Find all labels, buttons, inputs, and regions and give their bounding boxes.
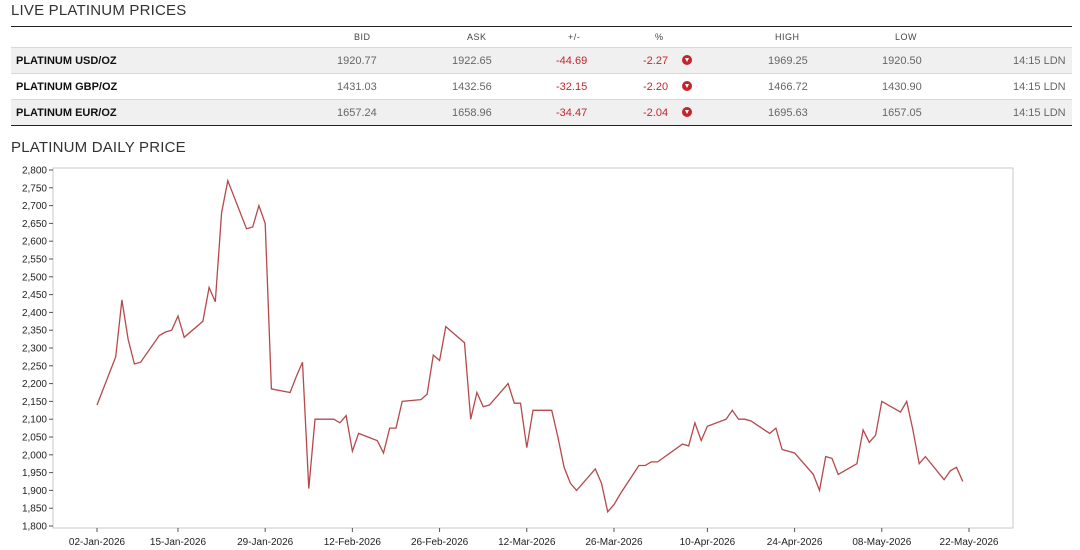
y-axis: 1,800 1,850 1,900 1,950 2,000 2,050 2,100 2,150…	[22, 166, 53, 533]
y-tick-label: 2,550	[22, 255, 47, 266]
table-header-row: BID ASK +/- % HIGH LOW	[11, 26, 1072, 47]
header-pct: %	[655, 32, 664, 42]
x-axis: 02-Jan-2026 15-Jan-2026 29-Jan-2026 12-Feb-…	[69, 528, 999, 548]
ask-value: 1922.65	[452, 55, 492, 67]
row-name: PLATINUM GBP/OZ	[16, 81, 118, 93]
table-row-usd[interactable]: PLATINUM USD/OZ 1920.77 1922.65 -44.69 -…	[11, 47, 1072, 73]
y-tick-label: 2,300	[22, 344, 47, 355]
x-tick-label: 22-May-2026	[940, 537, 999, 548]
circle-down-arrow-icon	[682, 107, 692, 117]
header-high: HIGH	[775, 32, 800, 42]
y-tick-label: 2,800	[22, 166, 47, 177]
y-tick-label: 2,350	[22, 326, 47, 337]
table-row-gbp[interactable]: PLATINUM GBP/OZ 1431.03 1432.56 -32.15 -…	[11, 73, 1072, 99]
low-value: 1657.05	[882, 107, 922, 119]
circle-down-arrow-icon	[682, 55, 692, 65]
x-tick-label: 29-Jan-2026	[237, 537, 294, 548]
y-tick-label: 2,450	[22, 290, 47, 301]
x-tick-label: 02-Jan-2026	[69, 537, 126, 548]
time-value: 14:15 LDN	[1013, 55, 1066, 67]
pct-value: -2.04	[643, 107, 669, 119]
y-tick-label: 2,000	[22, 450, 47, 461]
y-tick-label: 1,850	[22, 504, 47, 515]
header-change: +/-	[568, 32, 581, 42]
live-prices-title: LIVE PLATINUM PRICES	[11, 2, 187, 19]
x-tick-label: 12-Mar-2026	[498, 537, 556, 548]
y-tick-label: 2,400	[22, 308, 47, 319]
bid-value: 1657.24	[337, 107, 377, 119]
low-value: 1920.50	[882, 55, 922, 67]
y-tick-label: 2,750	[22, 183, 47, 194]
bid-value: 1431.03	[337, 81, 377, 93]
circle-down-arrow-icon	[682, 81, 692, 91]
pct-value: -2.20	[643, 81, 669, 93]
change-value: -32.15	[556, 81, 588, 93]
header-bid: BID	[354, 32, 371, 42]
x-tick-label: 12-Feb-2026	[324, 537, 382, 548]
x-tick-label: 08-May-2026	[852, 537, 911, 548]
y-tick-label: 2,050	[22, 433, 47, 444]
header-low: LOW	[895, 32, 918, 42]
price-series-line	[96, 178, 964, 514]
low-value: 1430.90	[882, 81, 922, 93]
y-tick-label: 2,100	[22, 415, 47, 426]
y-tick-label: 2,700	[22, 201, 47, 212]
y-tick-label: 2,500	[22, 272, 47, 283]
y-tick-label: 2,150	[22, 397, 47, 408]
plot-area-frame	[52, 167, 1014, 529]
y-tick-label: 2,600	[22, 237, 47, 248]
change-value: -34.47	[556, 107, 588, 119]
y-tick-label: 2,650	[22, 219, 47, 230]
ask-value: 1658.96	[452, 107, 492, 119]
row-name: PLATINUM USD/OZ	[16, 55, 117, 67]
x-tick-label: 10-Apr-2026	[680, 537, 736, 548]
y-tick-label: 1,800	[22, 522, 47, 533]
y-tick-label: 2,200	[22, 379, 47, 390]
y-tick-label: 1,950	[22, 468, 47, 479]
x-tick-label: 26-Mar-2026	[585, 537, 643, 548]
x-tick-label: 15-Jan-2026	[150, 537, 207, 548]
table-row-eur[interactable]: PLATINUM EUR/OZ 1657.24 1658.96 -34.47 -…	[11, 99, 1072, 126]
y-tick-label: 1,900	[22, 486, 47, 497]
pct-value: -2.27	[643, 55, 669, 67]
header-ask: ASK	[467, 32, 487, 42]
row-name: PLATINUM EUR/OZ	[16, 107, 117, 119]
ask-value: 1432.56	[452, 81, 492, 93]
platinum-daily-price-chart: 1,800 1,850 1,900 1,950 2,000 2,050 2,100 2,150…	[22, 166, 1014, 548]
change-value: -44.69	[556, 55, 588, 67]
high-value: 1969.25	[768, 55, 808, 67]
y-tick-label: 2,250	[22, 361, 47, 372]
high-value: 1695.63	[768, 107, 808, 119]
time-value: 14:15 LDN	[1013, 107, 1066, 119]
time-value: 14:15 LDN	[1013, 81, 1066, 93]
live-prices-table: BID ASK +/- % HIGH LOW PLATINUM USD/OZ 1…	[11, 26, 1072, 126]
daily-price-title: PLATINUM DAILY PRICE	[11, 139, 186, 156]
high-value: 1466.72	[768, 81, 808, 93]
x-tick-label: 24-Apr-2026	[767, 537, 823, 548]
x-tick-label: 26-Feb-2026	[411, 537, 469, 548]
bid-value: 1920.77	[337, 55, 377, 67]
